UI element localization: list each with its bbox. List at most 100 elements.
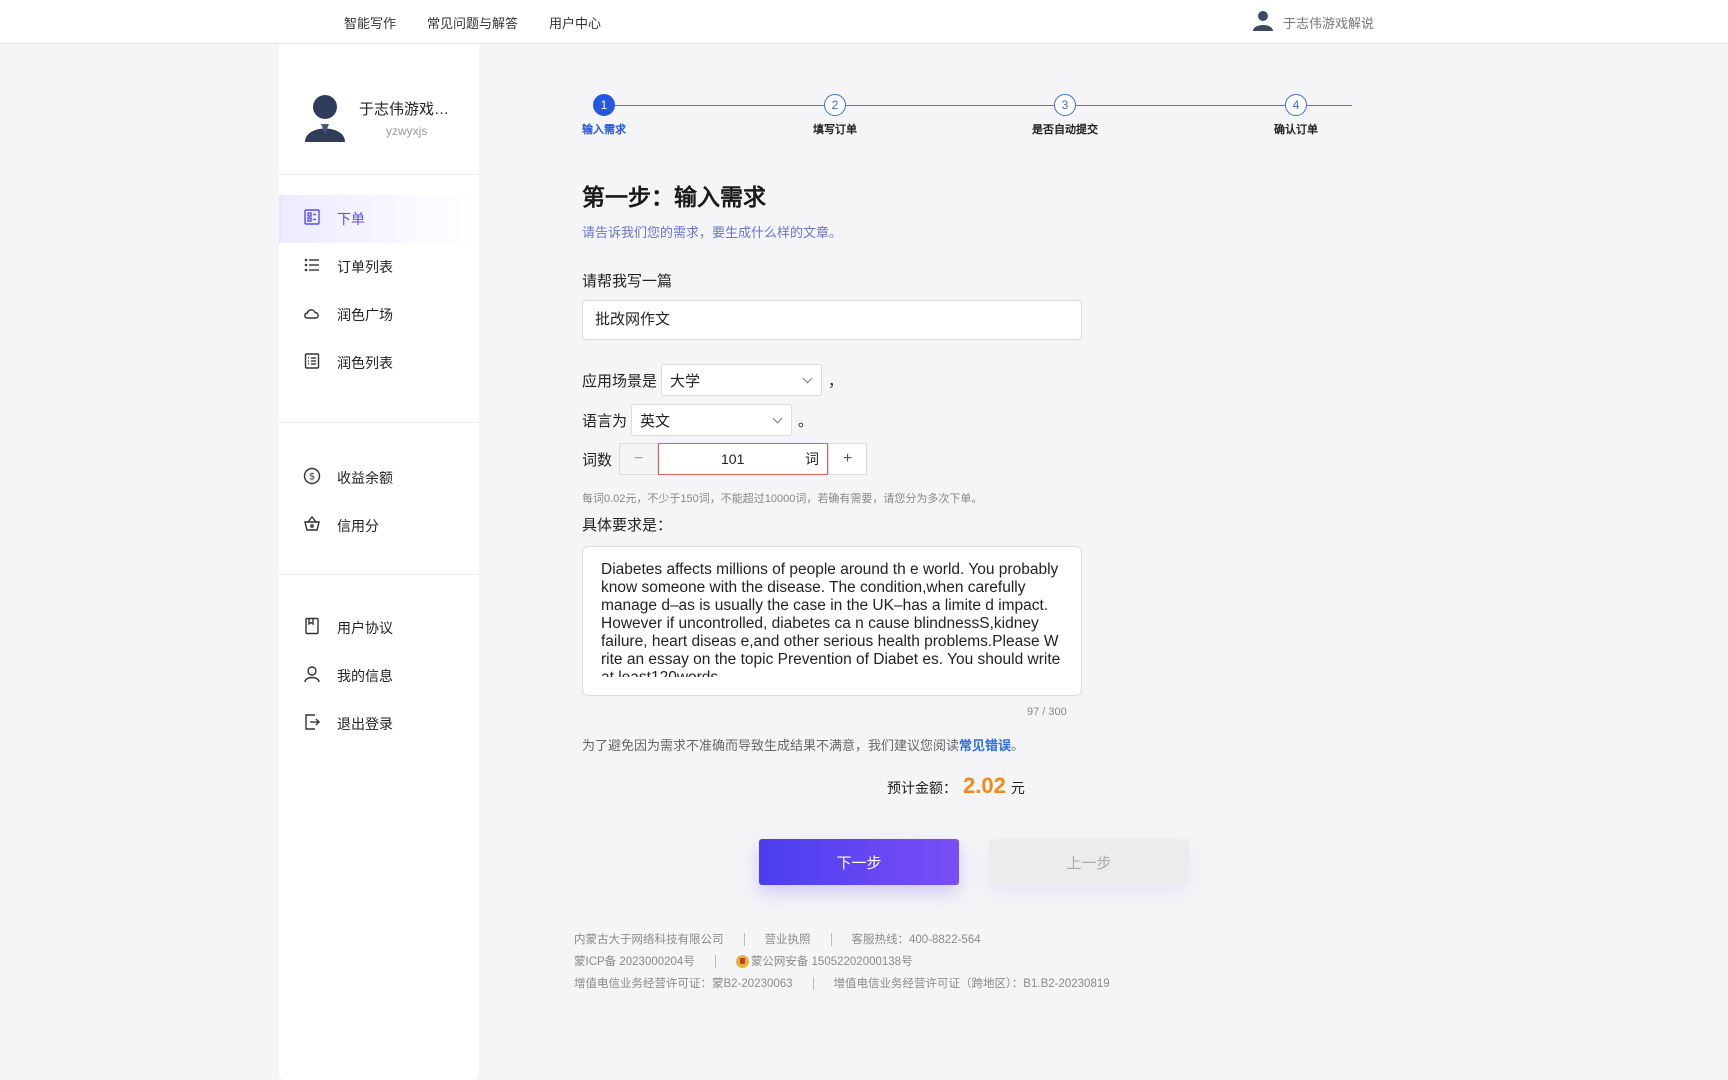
sidebar-divider [279, 574, 479, 575]
language-select[interactable]: 英文 [631, 404, 793, 436]
next-step-button[interactable]: 下一步 [759, 839, 959, 885]
footer-company: 内蒙古大于网络科技有限公司 [574, 934, 724, 946]
top-username: 于志伟游戏解说 [1283, 15, 1375, 31]
footer-vat-license: 增值电信业务经营许可证：蒙B2-20230063 [574, 978, 793, 990]
footer-separator [743, 932, 745, 946]
step-2: 2 填写订单 [800, 94, 870, 137]
nav-faq[interactable]: 常见问题与解答 [427, 13, 518, 32]
cloud-icon [303, 304, 321, 327]
increment-button[interactable]: + [828, 443, 868, 475]
sidebar-item-logout[interactable]: 退出登录 [279, 700, 479, 748]
avatar [303, 94, 347, 147]
footer: 内蒙古大于网络科技有限公司 营业执照 客服热线：400-8822-564 蒙IC… [574, 928, 1110, 994]
dollar-icon: $ [303, 467, 321, 490]
footer-row: 增值电信业务经营许可证：蒙B2-20230063 增值电信业务经营许可证（跨地区… [574, 972, 1110, 994]
document-list-icon [303, 352, 321, 375]
scene-suffix: ， [828, 372, 844, 390]
step-label: 填写订单 [813, 124, 857, 136]
footer-row: 蒙ICP备 2023000204号 蒙公网安备 15052202000138号 [574, 950, 1110, 972]
language-row: 语言为 英文 。 [582, 404, 813, 436]
word-count-value: 101 [721, 451, 745, 467]
sidebar-item-agreement[interactable]: 用户协议 [279, 604, 479, 652]
profile-id: yzwyxjs [386, 124, 428, 138]
scene-label: 应用场景是 [582, 372, 658, 390]
sidebar-item-order[interactable]: 下单 [279, 195, 479, 243]
word-count-row: 词数 − 101 词 + [582, 443, 868, 475]
notice-text: 为了避免因为需求不准确而导致生成结果不满意，我们建议您阅读常见错误。 [582, 735, 1024, 754]
sidebar-item-credit[interactable]: 信用分 [279, 502, 479, 550]
chevron-down-icon [802, 373, 813, 383]
step-number: 3 [1054, 94, 1076, 116]
logout-icon [303, 713, 321, 736]
sidebar-item-label: 用户协议 [337, 620, 393, 636]
sidebar-item-order-list[interactable]: 订单列表 [279, 243, 479, 291]
footer-hotline: 客服热线：400-8822-564 [851, 934, 981, 946]
bookmark-icon [303, 617, 321, 640]
notice-suffix: 。 [1011, 738, 1025, 753]
page-title: 第一步：输入需求 [582, 184, 766, 210]
word-count-label: 词数 [582, 451, 613, 469]
user-icon [303, 665, 321, 688]
footer-icp-link[interactable]: 蒙ICP备 2023000204号 [574, 953, 695, 969]
word-count-input[interactable]: 101 词 [658, 443, 829, 475]
step-number: 4 [1285, 94, 1307, 116]
sidebar-item-label: 信用分 [337, 518, 379, 534]
sidebar-item-label: 订单列表 [337, 259, 393, 275]
footer-row: 内蒙古大于网络科技有限公司 营业执照 客服热线：400-8822-564 [574, 928, 1110, 950]
sidebar-item-label: 我的信息 [337, 668, 393, 684]
sidebar-group-account: $ 收益余额 信用分 [279, 454, 479, 550]
footer-police-link[interactable]: 蒙公网安备 15052202000138号 [751, 953, 913, 969]
step-label: 输入需求 [582, 124, 626, 136]
step-4: 4 确认订单 [1261, 94, 1331, 137]
language-label: 语言为 [582, 412, 628, 430]
sidebar-item-polish-list[interactable]: 润色列表 [279, 339, 479, 387]
sidebar-item-label: 润色广场 [337, 307, 393, 323]
scene-value: 大学 [670, 372, 701, 390]
scene-select[interactable]: 大学 [661, 364, 823, 396]
word-count-stepper: − 101 词 + [619, 443, 868, 475]
top-navigation-bar: 智能写作 常见问题与解答 用户中心 于志伟游戏解说 [0, 0, 1728, 44]
footer-vat-license-cross: 增值电信业务经营许可证（跨地区）：B1.B2-20230819 [833, 978, 1110, 990]
sidebar-item-label: 退出登录 [337, 716, 393, 732]
sidebar-item-balance[interactable]: $ 收益余额 [279, 454, 479, 502]
footer-license-link[interactable]: 营业执照 [765, 931, 811, 947]
sidebar-item-label: 收益余额 [337, 470, 393, 486]
prev-step-button[interactable]: 上一步 [989, 839, 1189, 885]
basket-icon [303, 515, 321, 538]
requirements-label: 具体要求是： [582, 517, 673, 534]
nav-smart-writing[interactable]: 智能写作 [344, 13, 396, 32]
progress-steps: 1 输入需求 2 填写订单 3 是否自动提交 4 确认订单 [582, 94, 1363, 137]
nav-user-center[interactable]: 用户中心 [549, 13, 601, 32]
sidebar-group-misc: 用户协议 我的信息 退出登录 [279, 604, 479, 748]
top-user-menu[interactable]: 于志伟游戏解说 [1252, 0, 1374, 44]
requirements-text: Diabetes affects millions of people arou… [601, 561, 1061, 677]
sidebar-group-orders: 下单 订单列表 润色广场 润色列表 [279, 195, 479, 387]
notice-prefix: 为了避免因为需求不准确而导致生成结果不满意，我们建议您阅读 [582, 738, 960, 753]
decrement-button[interactable]: − [619, 443, 659, 475]
article-type-input[interactable]: 批改网作文 [582, 300, 1082, 340]
language-suffix: 。 [798, 412, 814, 430]
scene-row: 应用场景是 大学 ， [582, 364, 843, 396]
footer-separator [830, 932, 832, 946]
step-3: 3 是否自动提交 [1030, 94, 1100, 137]
price-unit: 元 [1010, 780, 1025, 796]
svg-text:$: $ [309, 471, 315, 482]
requirements-textarea[interactable]: Diabetes affects millions of people arou… [582, 546, 1082, 696]
footer-separator [812, 976, 814, 990]
sidebar: 于志伟游戏… yzwyxjs 下单 订单列表 润色广场 润色列表 $ 收益余额 … [279, 44, 479, 1080]
main-content: 1 输入需求 2 填写订单 3 是否自动提交 4 确认订单 第一步：输入需求 请… [479, 44, 1728, 1080]
step-1: 1 输入需求 [569, 94, 639, 137]
sidebar-item-polish-square[interactable]: 润色广场 [279, 291, 479, 339]
avatar-icon [1252, 9, 1274, 36]
order-icon [303, 208, 321, 231]
common-errors-link[interactable]: 常见错误 [959, 738, 1011, 753]
footer-separator [714, 954, 716, 968]
char-counter: 97 / 300 [1027, 706, 1067, 718]
list-icon [303, 256, 321, 279]
top-nav-menu: 智能写作 常见问题与解答 用户中心 [344, 0, 632, 44]
sidebar-item-my-info[interactable]: 我的信息 [279, 652, 479, 700]
profile-name: 于志伟游戏… [359, 101, 450, 118]
word-count-unit: 词 [805, 451, 820, 467]
chevron-down-icon [772, 413, 783, 423]
step-label: 确认订单 [1274, 124, 1318, 136]
